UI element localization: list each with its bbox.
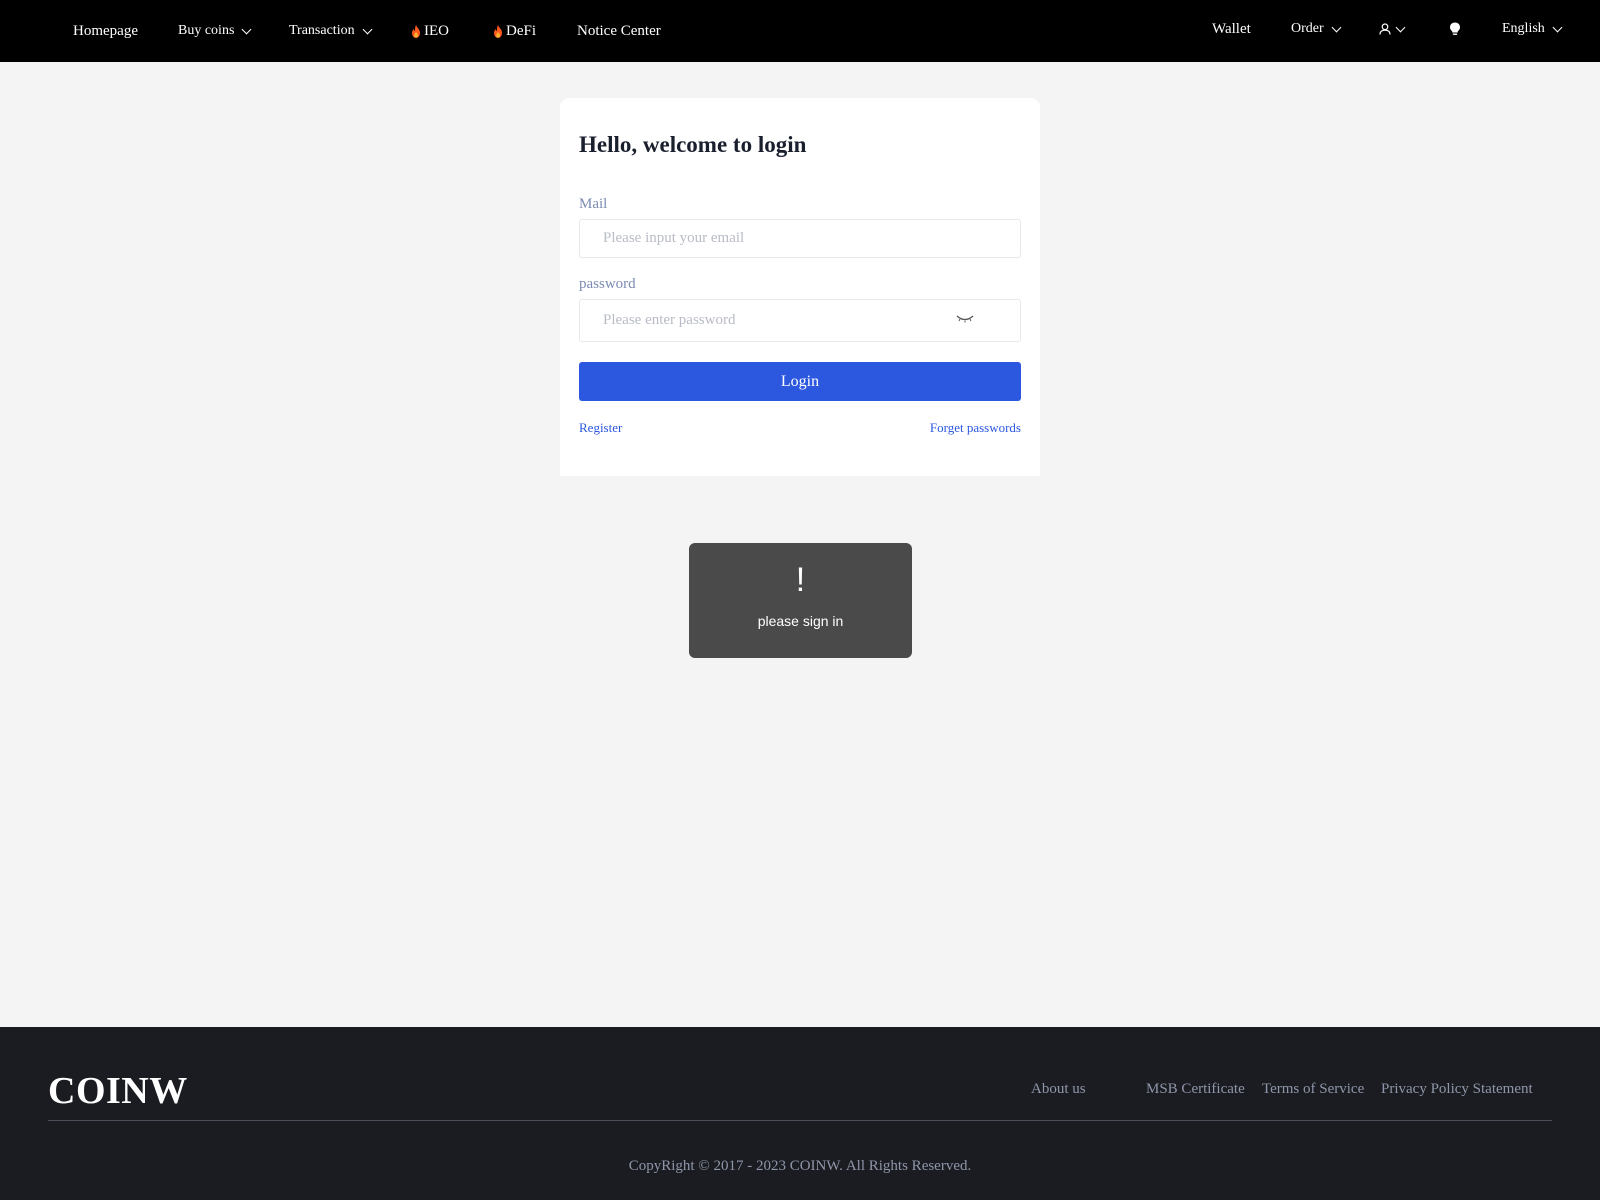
theme-toggle[interactable] [1449,0,1461,60]
footer: COINW About us MSB Certificate Terms of … [0,1027,1600,1200]
copyright: CopyRight © 2017 - 2023 COINW. All Right… [628,1158,972,1174]
login-title: Hello, welcome to login [579,132,807,157]
lightbulb-icon [1450,22,1460,35]
login-button[interactable]: Login [579,362,1021,401]
nav-wallet-label: Wallet [1212,20,1251,37]
nav-transaction[interactable]: Transaction [289,0,373,62]
chevron-down-icon [1331,22,1342,32]
nav-wallet[interactable]: Wallet [1212,0,1251,60]
language-selector[interactable]: English [1502,0,1563,60]
footer-divider [48,1120,1552,1121]
nav-homepage[interactable]: Homepage [73,0,138,62]
nav-user-menu[interactable] [1379,0,1406,60]
eye-closed-icon[interactable] [956,314,974,324]
fire-icon [412,24,420,38]
chevron-down-icon [1552,22,1563,32]
nav-ieo-label: IEO [424,22,449,39]
register-link[interactable]: Register [579,420,622,436]
footer-link-msb[interactable]: MSB Certificate [1146,1081,1245,1098]
footer-link-privacy[interactable]: Privacy Policy Statement [1381,1081,1533,1098]
fire-icon [494,24,502,38]
top-navbar: Homepage Buy coins Transaction IEO DeFi … [0,0,1600,62]
chevron-down-icon [241,24,252,34]
footer-link-terms[interactable]: Terms of Service [1262,1081,1364,1098]
toast-message: please sign in [757,613,844,629]
footer-logo: COINW [48,1070,188,1112]
chevron-down-icon [362,24,373,34]
nav-defi-label: DeFi [506,22,536,39]
login-card: Hello, welcome to login Mail password Lo… [560,98,1040,476]
language-label: English [1502,21,1545,36]
forget-password-link[interactable]: Forget passwords [930,420,1021,436]
user-icon [1379,23,1391,35]
mail-label: Mail [579,196,608,212]
exclamation-icon: ! [795,561,806,599]
nav-notice-center-label: Notice Center [577,22,661,39]
nav-homepage-label: Homepage [73,22,138,39]
nav-transaction-label: Transaction [289,23,355,38]
password-label: password [579,276,636,292]
nav-order-label: Order [1291,21,1324,36]
nav-order[interactable]: Order [1291,0,1342,60]
nav-buy-coins[interactable]: Buy coins [178,0,252,62]
nav-buy-coins-label: Buy coins [178,23,235,38]
nav-defi[interactable]: DeFi [493,0,536,62]
footer-link-about[interactable]: About us [1031,1081,1086,1098]
sign-in-toast: ! please sign in [689,543,912,658]
chevron-down-icon [1395,22,1406,32]
email-field[interactable] [579,219,1021,258]
nav-notice-center[interactable]: Notice Center [577,0,661,62]
password-field[interactable] [579,299,1021,342]
nav-ieo[interactable]: IEO [411,0,449,62]
